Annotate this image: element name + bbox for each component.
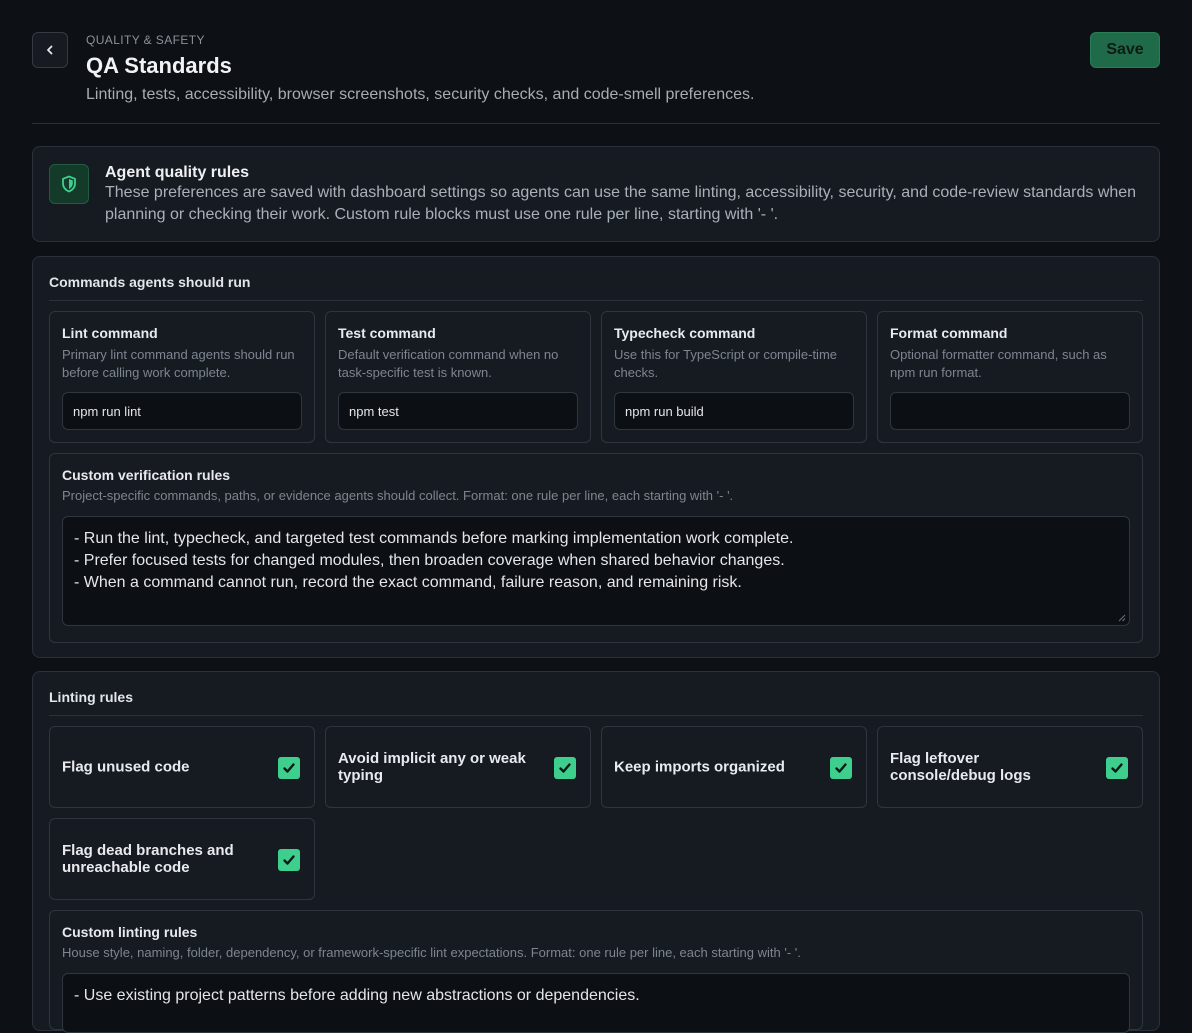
rule-line: - Use existing project patterns before a…: [74, 987, 640, 1004]
notice-title: Agent quality rules: [105, 164, 250, 181]
section-divider: [49, 715, 1143, 716]
agent-quality-rules-notice: Agent quality rules These preferences ar…: [32, 146, 1160, 242]
section-divider: [49, 300, 1143, 301]
toggle-label: Flag dead branches and unreachable code: [62, 842, 234, 876]
field-label: Typecheck command: [614, 325, 756, 341]
toggle-label: Flag leftover console/debug logs: [890, 750, 1031, 784]
checkbox[interactable]: [830, 757, 852, 779]
format-command-input[interactable]: [890, 392, 1130, 430]
check-icon: [835, 763, 847, 773]
section-title: Linting rules: [49, 689, 133, 705]
rule-line: - Run the lint, typecheck, and targeted …: [74, 530, 794, 547]
typecheck-command-input[interactable]: [614, 392, 854, 430]
custom-linting-textarea[interactable]: - Use existing project patterns before a…: [62, 973, 1130, 1033]
toggle-keep-imports-organized[interactable]: Keep imports organized: [601, 726, 867, 808]
field-help: Project-specific commands, paths, or evi…: [62, 488, 734, 503]
section-title: Commands agents should run: [49, 274, 251, 290]
check-icon: [559, 763, 571, 773]
test-command-field: Test command Default verification comman…: [325, 311, 591, 443]
save-button[interactable]: Save: [1090, 32, 1160, 68]
field-label: Lint command: [62, 325, 158, 341]
field-help: Use this for TypeScript or compile-time …: [614, 347, 837, 380]
shield-badge: [49, 164, 89, 204]
checkbox[interactable]: [1106, 757, 1128, 779]
typecheck-command-field: Typecheck command Use this for TypeScrip…: [601, 311, 867, 443]
format-command-field: Format command Optional formatter comman…: [877, 311, 1143, 443]
shield-icon: [62, 175, 76, 193]
notice-body: These preferences are saved with dashboa…: [105, 184, 1137, 223]
toggle-label: Flag unused code: [62, 758, 190, 776]
rule-line: - Prefer focused tests for changed modul…: [74, 552, 785, 569]
field-help: Primary lint command agents should run b…: [62, 347, 295, 380]
resize-handle-icon[interactable]: [1118, 614, 1126, 622]
checkbox[interactable]: [278, 849, 300, 871]
field-label: Test command: [338, 325, 436, 341]
toggle-label: Avoid implicit any or weak typing: [338, 750, 526, 784]
field-label: Format command: [890, 325, 1008, 341]
linting-section: Linting rules Flag unused code Avoid imp…: [32, 671, 1160, 1033]
check-icon: [283, 763, 295, 773]
toggle-avoid-implicit-any[interactable]: Avoid implicit any or weak typing: [325, 726, 591, 808]
toggle-flag-console-logs[interactable]: Flag leftover console/debug logs: [877, 726, 1143, 808]
custom-linting-rules: Custom linting rules House style, naming…: [49, 910, 1143, 1033]
chevron-left-icon: [47, 45, 53, 55]
commands-section: Commands agents should run Lint command …: [32, 256, 1160, 658]
checkbox[interactable]: [554, 757, 576, 779]
lint-command-field: Lint command Primary lint command agents…: [49, 311, 315, 443]
page-title: QA Standards: [86, 53, 232, 78]
page-subtitle: Linting, tests, accessibility, browser s…: [86, 86, 755, 103]
custom-verification-textarea[interactable]: - Run the lint, typecheck, and targeted …: [62, 516, 1130, 626]
page-header: QUALITY & SAFETY QA Standards Linting, t…: [32, 0, 1160, 124]
field-help: Optional formatter command, such as npm …: [890, 347, 1107, 380]
check-icon: [1111, 763, 1123, 773]
custom-verification-rules: Custom verification rules Project-specif…: [49, 453, 1143, 643]
check-icon: [283, 855, 295, 865]
back-button[interactable]: [32, 32, 68, 68]
toggle-flag-unused-code[interactable]: Flag unused code: [49, 726, 315, 808]
toggle-label: Keep imports organized: [614, 758, 785, 776]
toggle-flag-dead-branches[interactable]: Flag dead branches and unreachable code: [49, 818, 315, 900]
field-help: House style, naming, folder, dependency,…: [62, 945, 801, 960]
rule-line: - When a command cannot run, record the …: [74, 574, 742, 591]
lint-command-input[interactable]: [62, 392, 302, 430]
test-command-input[interactable]: [338, 392, 578, 430]
section-eyebrow: QUALITY & SAFETY: [86, 33, 205, 47]
field-label: Custom linting rules: [62, 924, 198, 940]
field-help: Default verification command when no tas…: [338, 347, 559, 380]
checkbox[interactable]: [278, 757, 300, 779]
field-label: Custom verification rules: [62, 467, 231, 483]
